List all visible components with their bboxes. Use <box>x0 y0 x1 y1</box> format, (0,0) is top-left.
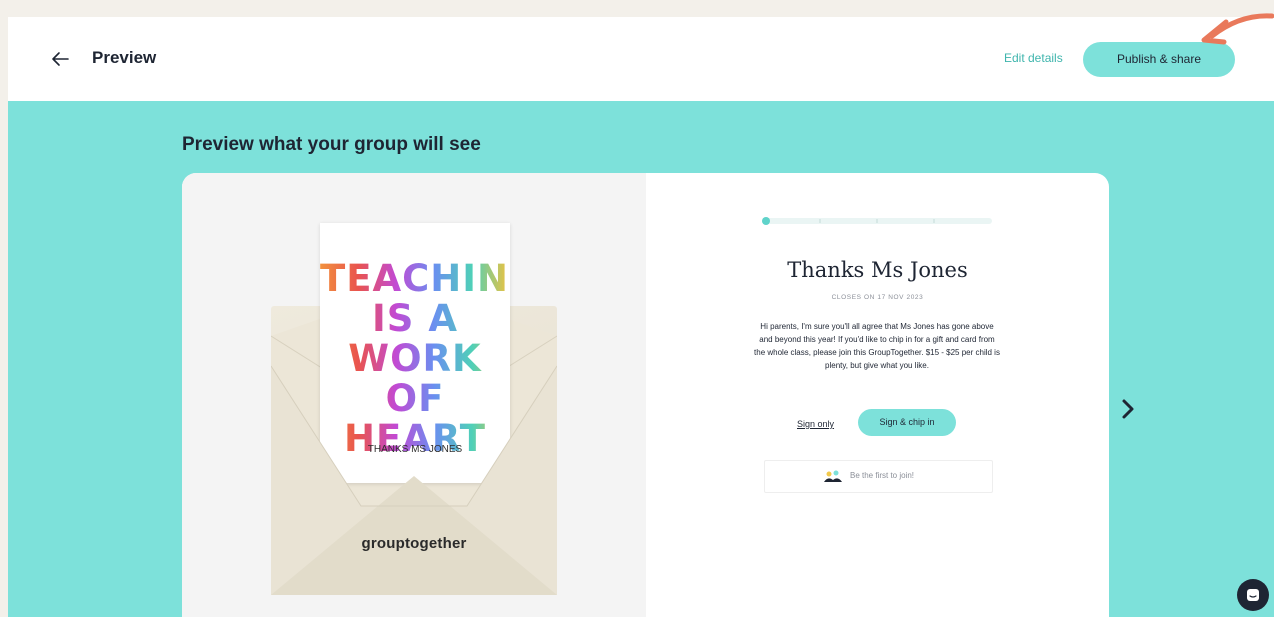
group-hands-icon <box>824 470 842 482</box>
card-line-2: IS A <box>320 299 510 339</box>
chat-icon <box>1247 589 1259 601</box>
edit-details-link[interactable]: Edit details <box>1004 51 1063 65</box>
join-status-box: Be the first to join! <box>764 460 993 493</box>
preview-heading: Preview what your group will see <box>182 134 481 155</box>
sign-only-link[interactable]: Sign only <box>797 419 834 429</box>
greeting-card: TEACHING IS A WORK OF HEART THANKS MS JO… <box>320 223 541 483</box>
sign-chip-in-button[interactable]: Sign & chip in <box>858 409 956 436</box>
group-message: Hi parents, I'm sure you'll all agree th… <box>754 322 1000 370</box>
card-line-3: WORK OF <box>320 339 510 419</box>
publish-share-button[interactable]: Publish & share <box>1083 42 1235 77</box>
closing-date: CLOSES ON 17 NOV 2023 <box>831 294 924 301</box>
card-headline: TEACHING IS A WORK OF HEART <box>320 257 541 459</box>
chevron-right-icon[interactable] <box>1118 394 1138 424</box>
brand-logo-text: grouptogether <box>361 535 467 552</box>
back-arrow-icon[interactable] <box>50 44 74 74</box>
chat-launcher-button[interactable] <box>1237 579 1269 611</box>
page-title: Preview <box>92 48 157 67</box>
back-arrow-svg <box>52 52 69 66</box>
card-preview-area: TEACHING IS A WORK OF HEART THANKS MS JO… <box>182 173 646 617</box>
progress-tick <box>933 219 935 223</box>
progress-tick <box>819 219 821 223</box>
card-subtitle: THANKS MS JONES <box>367 444 463 455</box>
top-bar: Preview Edit details Publish & share <box>8 17 1274 101</box>
progress-bar <box>762 217 992 225</box>
progress-current-dot <box>762 217 770 225</box>
join-text: Be the first to join! <box>850 471 915 480</box>
preview-panel: TEACHING IS A WORK OF HEART THANKS MS JO… <box>182 173 1109 617</box>
card-line-1: TEACHING <box>320 257 541 300</box>
progress-tick <box>876 219 878 223</box>
group-title: Thanks Ms Jones <box>787 258 968 282</box>
